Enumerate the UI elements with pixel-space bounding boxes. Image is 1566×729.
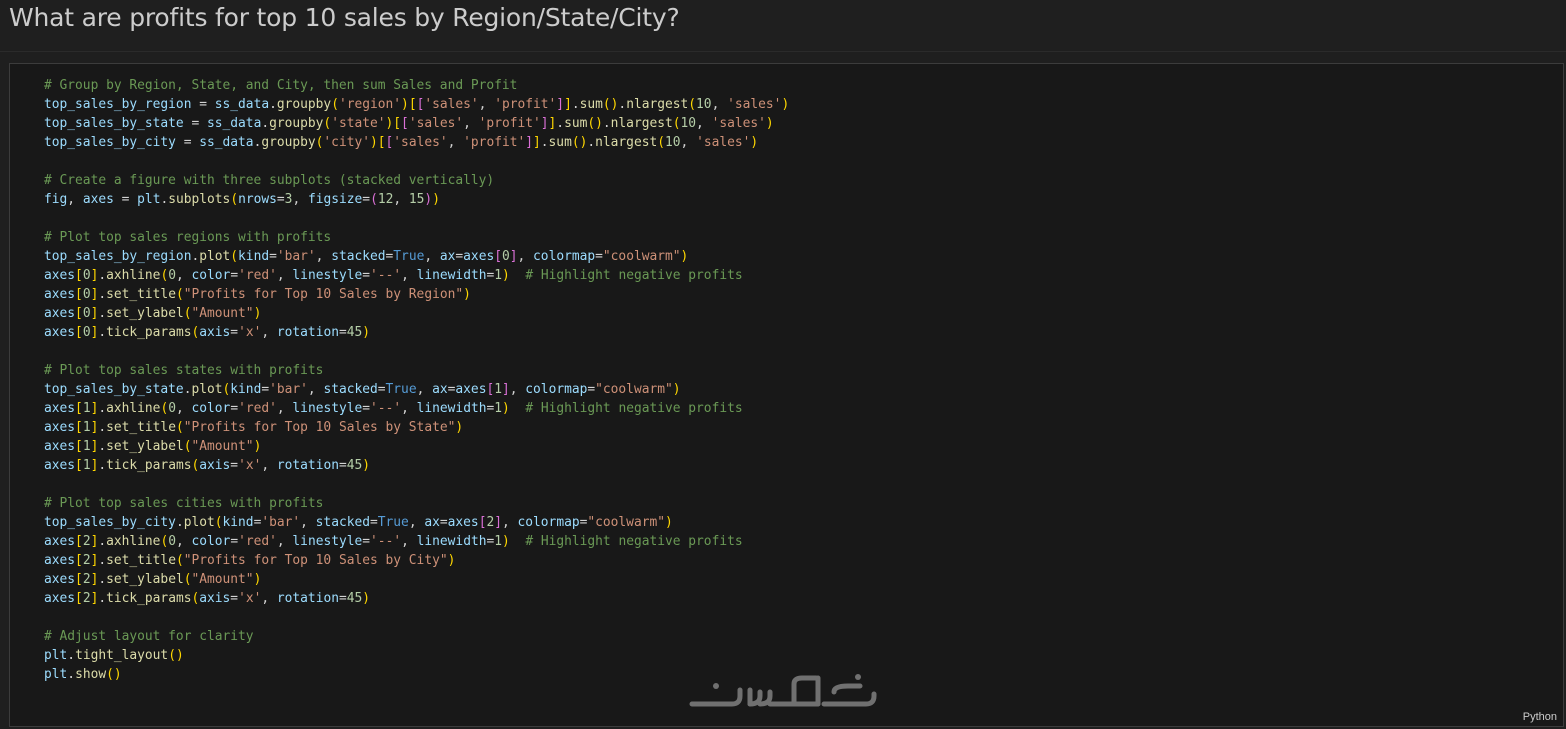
code-line: # Group by Region, State, and City, then…	[44, 78, 518, 93]
cell-heading: What are profits for top 10 sales by Reg…	[9, 3, 680, 32]
code-line: top_sales_by_region = ss_data.groupby('r…	[44, 97, 790, 112]
code-line: axes[0].set_title("Profits for Top 10 Sa…	[44, 287, 471, 302]
code-line: # Plot top sales regions with profits	[44, 230, 332, 245]
code-line: # Plot top sales cities with profits	[44, 496, 324, 511]
code-line: # Plot top sales states with profits	[44, 363, 324, 378]
code-line: axes[1].axhline(0, color='red', linestyl…	[44, 401, 743, 416]
code-line: axes[1].set_title("Profits for Top 10 Sa…	[44, 420, 464, 435]
code-line: fig, axes = plt.subplots(nrows=3, figsiz…	[44, 192, 440, 207]
language-label[interactable]: Python	[1523, 711, 1557, 723]
code-line: top_sales_by_state = ss_data.groupby('st…	[44, 116, 774, 131]
code-cell[interactable]: # Group by Region, State, and City, then…	[9, 63, 1564, 727]
code-line: # Create a figure with three subplots (s…	[44, 173, 495, 188]
code-line: top_sales_by_city = ss_data.groupby('cit…	[44, 135, 759, 150]
code-line: # Adjust layout for clarity	[44, 629, 254, 644]
code-line: plt.tight_layout()	[44, 648, 184, 663]
code-line: axes[0].axhline(0, color='red', linestyl…	[44, 268, 743, 283]
code-line: axes[1].tick_params(axis='x', rotation=4…	[44, 458, 371, 473]
code-line: axes[2].tick_params(axis='x', rotation=4…	[44, 591, 371, 606]
code-line: axes[2].axhline(0, color='red', linestyl…	[44, 534, 743, 549]
code-line: axes[2].set_title("Profits for Top 10 Sa…	[44, 553, 456, 568]
code-line: top_sales_by_state.plot(kind='bar', stac…	[44, 382, 681, 397]
code-line: plt.show()	[44, 667, 122, 682]
code-line: axes[0].set_ylabel("Amount")	[44, 306, 262, 321]
watermark-logo	[689, 674, 877, 707]
code-line: top_sales_by_region.plot(kind='bar', sta…	[44, 249, 689, 264]
code-line: axes[2].set_ylabel("Amount")	[44, 572, 262, 587]
code-line: axes[1].set_ylabel("Amount")	[44, 439, 262, 454]
code-line: top_sales_by_city.plot(kind='bar', stack…	[44, 515, 673, 530]
heading-divider	[0, 51, 1566, 52]
code-editor[interactable]: # Group by Region, State, and City, then…	[44, 76, 789, 684]
code-line: axes[0].tick_params(axis='x', rotation=4…	[44, 325, 371, 340]
